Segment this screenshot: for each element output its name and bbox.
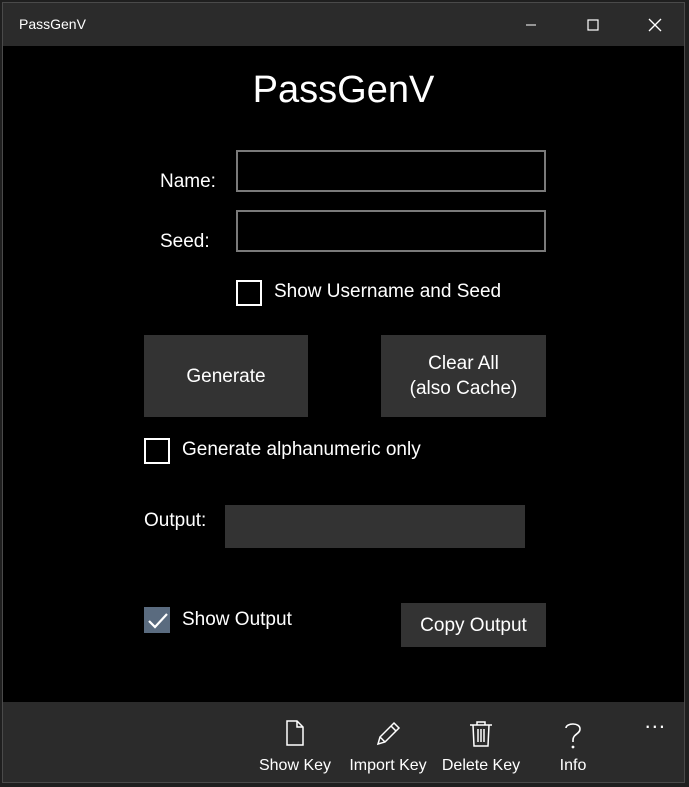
output-label: Output: bbox=[144, 510, 207, 531]
checkmark-icon bbox=[148, 613, 168, 629]
copy-output-label: Copy Output bbox=[420, 614, 527, 636]
close-button[interactable] bbox=[632, 3, 678, 46]
title-bar[interactable]: PassGenV bbox=[3, 3, 684, 46]
import-key-button[interactable]: Import Key bbox=[345, 702, 431, 782]
copy-output-button[interactable]: Copy Output bbox=[401, 603, 546, 647]
generate-button-label: Generate bbox=[186, 365, 266, 387]
output-field[interactable] bbox=[225, 505, 525, 548]
window-title: PassGenV bbox=[19, 16, 86, 32]
name-input[interactable] bbox=[236, 150, 546, 192]
show-username-seed-checkbox[interactable] bbox=[236, 280, 262, 306]
more-options-button[interactable]: ... bbox=[645, 708, 666, 734]
document-icon bbox=[286, 720, 304, 746]
seed-label: Seed: bbox=[160, 231, 210, 252]
show-username-seed-label[interactable]: Show Username and Seed bbox=[274, 281, 501, 303]
clear-all-button[interactable]: Clear All (also Cache) bbox=[381, 335, 546, 417]
name-label: Name: bbox=[160, 171, 216, 192]
show-output-checkbox[interactable] bbox=[144, 607, 170, 633]
maximize-icon bbox=[587, 18, 599, 31]
minimize-button[interactable] bbox=[508, 3, 554, 46]
show-key-label: Show Key bbox=[258, 757, 332, 774]
show-output-label[interactable]: Show Output bbox=[182, 609, 292, 631]
info-button[interactable]: Info bbox=[541, 702, 605, 782]
close-icon bbox=[648, 18, 662, 31]
alphanumeric-label[interactable]: Generate alphanumeric only bbox=[182, 439, 421, 461]
trash-icon bbox=[470, 721, 492, 747]
import-key-label: Import Key bbox=[349, 757, 427, 774]
maximize-button[interactable] bbox=[570, 3, 616, 46]
delete-key-button[interactable]: Delete Key bbox=[439, 702, 523, 782]
info-label: Info bbox=[559, 757, 587, 774]
pencil-icon bbox=[376, 721, 401, 746]
question-icon bbox=[565, 723, 581, 749]
delete-key-label: Delete Key bbox=[441, 757, 521, 774]
page-title: PassGenV bbox=[252, 69, 435, 111]
app-window: PassGenV PassGenV Name: Seed: Show Usern… bbox=[2, 2, 685, 783]
minimize-icon bbox=[526, 24, 536, 25]
show-key-button[interactable]: Show Key bbox=[255, 702, 335, 782]
command-bar: Show Key Import Key Delete Key Info ... bbox=[3, 702, 684, 782]
generate-button[interactable]: Generate bbox=[144, 335, 308, 417]
seed-input[interactable] bbox=[236, 210, 546, 252]
clear-all-label: Clear All bbox=[428, 353, 499, 374]
clear-all-sublabel: (also Cache) bbox=[409, 378, 518, 399]
alphanumeric-checkbox[interactable] bbox=[144, 438, 170, 464]
